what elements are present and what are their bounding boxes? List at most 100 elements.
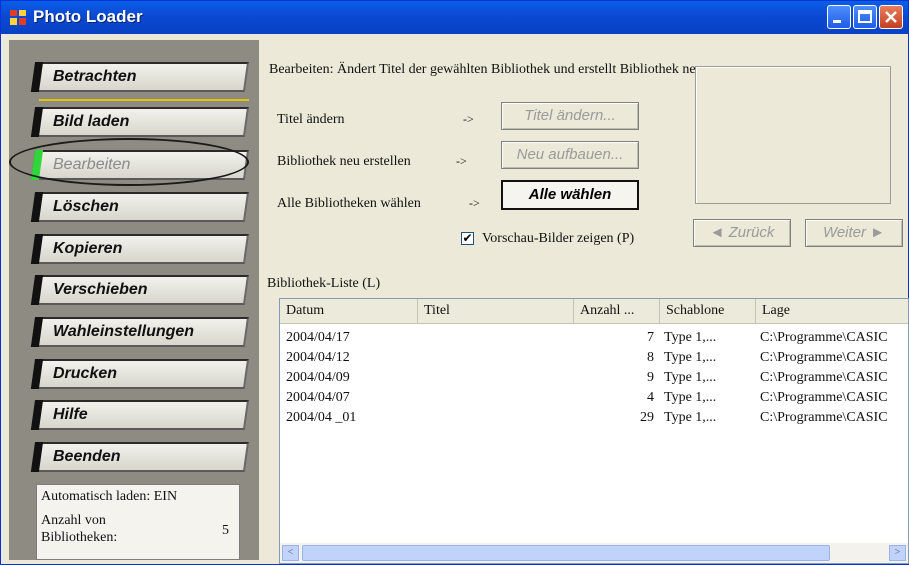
column-header-schablone[interactable]: Schablone xyxy=(660,299,756,323)
tab-indicator xyxy=(30,400,44,430)
cell-datum: 2004/04 _01 xyxy=(286,410,357,425)
library-list[interactable]: Datum Titel Anzahl ... Schablone Lage 20… xyxy=(279,298,909,564)
table-row[interactable]: 2004/04/17 7 Type 1,... C:\Programme\CAS… xyxy=(280,328,908,348)
sidebar-item-bild-laden[interactable]: Bild laden xyxy=(30,107,250,137)
column-header-lage[interactable]: Lage xyxy=(756,299,908,323)
preview-checkbox-label[interactable]: Vorschau-Bilder zeigen (P) xyxy=(482,231,634,247)
minimize-button[interactable] xyxy=(827,5,851,29)
cell-datum: 2004/04/12 xyxy=(286,350,350,365)
chevron-left-icon: < xyxy=(287,547,294,558)
main-panel: Bearbeiten: Ändert Titel der gewählten B… xyxy=(259,40,909,564)
preview-checkbox[interactable]: ✔ xyxy=(461,232,474,245)
library-info-panel: Automatisch laden: EIN Anzahl von Biblio… xyxy=(36,484,240,560)
scrollbar-thumb[interactable] xyxy=(302,545,830,561)
cell-schablone: Type 1,... xyxy=(664,410,717,425)
cell-datum: 2004/04/17 xyxy=(286,330,350,345)
horizontal-scrollbar[interactable]: < > xyxy=(280,543,908,563)
cell-lage: C:\Programme\CASIC xyxy=(760,350,888,365)
column-header-datum[interactable]: Datum xyxy=(280,299,418,323)
cell-schablone: Type 1,... xyxy=(664,370,717,385)
sidebar-item-label: Betrachten xyxy=(53,68,137,85)
sidebar-item-hilfe[interactable]: Hilfe xyxy=(30,400,250,430)
chevron-right-icon: > xyxy=(894,547,901,558)
tab-indicator xyxy=(30,317,44,347)
sidebar-item-label: Wahleinstellungen xyxy=(53,323,195,340)
rename-title-button[interactable]: Titel ändern... xyxy=(501,102,639,130)
back-button[interactable]: ◄ Zurück xyxy=(693,219,791,247)
cell-lage: C:\Programme\CASIC xyxy=(760,370,888,385)
sidebar-item-label: Drucken xyxy=(53,365,118,382)
cell-anzahl: 7 xyxy=(647,330,654,345)
library-count-label: Anzahl von Bibliotheken: xyxy=(41,513,118,545)
sidebar-item-label: Verschieben xyxy=(53,281,148,298)
cell-schablone: Type 1,... xyxy=(664,330,717,345)
action-label-rebuild: Bibliothek neu erstellen xyxy=(277,154,411,169)
description-text: Bearbeiten: Ändert Titel der gewählten B… xyxy=(269,62,703,77)
cell-anzahl: 29 xyxy=(640,410,654,425)
rebuild-library-button[interactable]: Neu aufbauen... xyxy=(501,141,639,169)
action-label-select-all: Alle Bibliotheken wählen xyxy=(277,196,421,211)
title-bar[interactable]: Photo Loader xyxy=(1,1,908,34)
select-all-button[interactable]: Alle wählen xyxy=(501,180,639,210)
sidebar-item-beenden[interactable]: Beenden xyxy=(30,442,250,472)
next-button[interactable]: Weiter ► xyxy=(805,219,903,247)
cell-datum: 2004/04/07 xyxy=(286,390,350,405)
cell-anzahl: 9 xyxy=(647,370,654,385)
window-title: Photo Loader xyxy=(33,7,143,26)
cell-lage: C:\Programme\CASIC xyxy=(760,330,888,345)
tab-indicator xyxy=(30,192,44,222)
photo-loader-window: Photo Loader Betrachten Bild laden Bearb… xyxy=(0,0,909,565)
sidebar-item-verschieben[interactable]: Verschieben xyxy=(30,275,250,305)
cell-datum: 2004/04/09 xyxy=(286,370,350,385)
arrow-indicator: -> xyxy=(469,196,480,210)
column-header-anzahl[interactable]: Anzahl ... xyxy=(574,299,660,323)
separator xyxy=(39,99,249,101)
preview-thumbnail-area xyxy=(695,66,891,204)
sidebar-item-label: Löschen xyxy=(53,198,119,215)
library-count-value: 5 xyxy=(222,523,229,538)
sidebar-item-wahleinstellungen[interactable]: Wahleinstellungen xyxy=(30,317,250,347)
arrow-indicator: -> xyxy=(456,154,467,168)
sidebar-item-label: Kopieren xyxy=(53,240,123,257)
sidebar-item-label: Hilfe xyxy=(53,406,88,423)
cell-schablone: Type 1,... xyxy=(664,350,717,365)
tab-indicator xyxy=(30,107,44,137)
minimize-icon xyxy=(833,20,841,23)
checkmark-icon: ✔ xyxy=(462,231,473,245)
sidebar: Betrachten Bild laden Bearbeiten Löschen… xyxy=(9,40,259,560)
action-label-rename: Titel ändern xyxy=(277,112,345,127)
highlight-oval xyxy=(9,138,249,186)
sidebar-item-betrachten[interactable]: Betrachten xyxy=(30,62,250,92)
list-header: Datum Titel Anzahl ... Schablone Lage xyxy=(280,299,908,324)
cell-lage: C:\Programme\CASIC xyxy=(760,410,888,425)
tab-indicator xyxy=(30,234,44,264)
scroll-right-button[interactable]: > xyxy=(889,545,906,561)
table-row[interactable]: 2004/04/09 9 Type 1,... C:\Programme\CAS… xyxy=(280,368,908,388)
cell-lage: C:\Programme\CASIC xyxy=(760,390,888,405)
arrow-indicator: -> xyxy=(463,112,474,126)
sidebar-item-drucken[interactable]: Drucken xyxy=(30,359,250,389)
library-list-label: Bibliothek-Liste (L) xyxy=(267,276,381,291)
table-row[interactable]: 2004/04 _01 29 Type 1,... C:\Programme\C… xyxy=(280,408,908,428)
sidebar-item-label: Bild laden xyxy=(53,113,130,130)
sidebar-item-loeschen[interactable]: Löschen xyxy=(30,192,250,222)
cell-anzahl: 4 xyxy=(647,390,654,405)
tab-indicator xyxy=(30,359,44,389)
close-button[interactable] xyxy=(879,5,903,29)
table-row[interactable]: 2004/04/12 8 Type 1,... C:\Programme\CAS… xyxy=(280,348,908,368)
photo-loader-app-icon xyxy=(10,10,26,25)
maximize-button[interactable] xyxy=(853,5,877,29)
column-header-titel[interactable]: Titel xyxy=(418,299,574,323)
table-row[interactable]: 2004/04/07 4 Type 1,... C:\Programme\CAS… xyxy=(280,388,908,408)
sidebar-item-kopieren[interactable]: Kopieren xyxy=(30,234,250,264)
tab-indicator xyxy=(30,62,44,92)
tab-indicator xyxy=(30,442,44,472)
sidebar-item-label: Beenden xyxy=(53,448,121,465)
tab-indicator xyxy=(30,275,44,305)
auto-load-status: Automatisch laden: EIN xyxy=(41,489,178,504)
scroll-left-button[interactable]: < xyxy=(282,545,299,561)
close-icon xyxy=(885,11,897,23)
maximize-icon xyxy=(858,10,872,23)
cell-schablone: Type 1,... xyxy=(664,390,717,405)
cell-anzahl: 8 xyxy=(647,350,654,365)
